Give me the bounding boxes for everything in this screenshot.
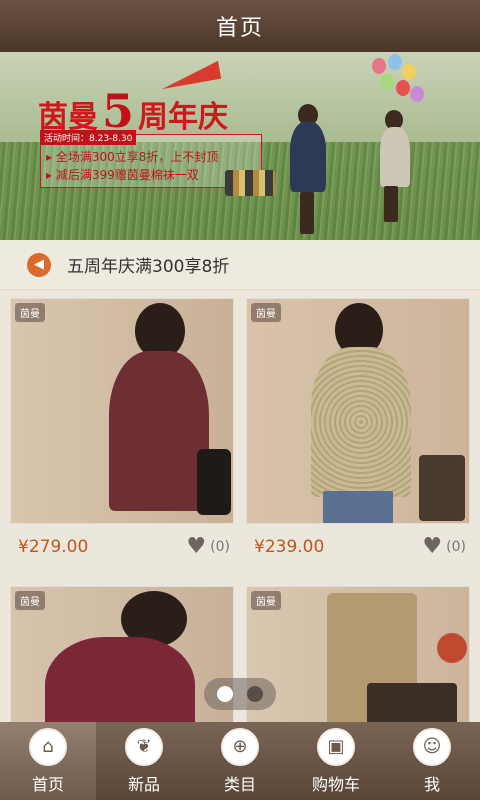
brand-badge: 茵曼: [251, 303, 281, 322]
like-button[interactable]: ♥ (0): [186, 536, 230, 558]
product-photo[interactable]: 茵曼: [246, 586, 470, 722]
tab-new[interactable]: ❦ 新品: [96, 722, 192, 800]
like-count: (0): [446, 539, 466, 555]
flowers: [437, 633, 467, 663]
brand-badge: 茵曼: [15, 591, 45, 610]
page-dot[interactable]: [247, 686, 263, 702]
product-price: ¥239.00: [254, 537, 325, 557]
product-price: ¥279.00: [18, 537, 89, 557]
promo-line-2: ▸ 减后满399赠茵曼棉袜一双: [46, 168, 199, 182]
product-card[interactable]: 茵曼: [246, 586, 470, 722]
banner-title-suffix: 周年庆: [138, 100, 229, 135]
user-icon: ☺: [413, 727, 451, 766]
balloon: [380, 74, 394, 90]
plant-stand: [419, 455, 465, 521]
product-price-row: ¥279.00 ♥ (0): [10, 524, 234, 570]
product-price-row: ¥239.00 ♥ (0): [246, 524, 470, 570]
category-icon: ⊕: [221, 727, 259, 766]
balloon: [396, 80, 410, 96]
tab-label: 我: [423, 774, 440, 794]
model-jeans: [323, 491, 393, 523]
shopping-bag-icon: ▣: [317, 727, 355, 766]
balloon: [372, 58, 386, 74]
grid-pagination: [204, 678, 276, 710]
tab-category[interactable]: ⊕ 类目: [192, 722, 288, 800]
balloon: [388, 54, 402, 70]
tab-label: 首页: [31, 774, 64, 794]
model-figure: [290, 122, 326, 192]
brand-badge: 茵曼: [251, 591, 281, 610]
model-shirt: [109, 351, 209, 511]
page-dot[interactable]: [217, 686, 233, 702]
product-card[interactable]: 茵曼 ¥239.00 ♥ (0): [246, 298, 470, 570]
heart-icon: ♥: [186, 534, 207, 559]
model-figure: [380, 127, 410, 187]
product-card[interactable]: 茵曼 ¥279.00 ♥ (0): [10, 298, 234, 570]
stool: [367, 683, 457, 722]
promo-line-1: ▸ 全场满300立享8折，上不封顶: [46, 150, 219, 164]
like-button[interactable]: ♥ (0): [422, 536, 466, 558]
app-header: 首页: [0, 0, 480, 52]
tab-me[interactable]: ☺ 我: [384, 722, 480, 800]
heart-icon: ♥: [422, 534, 443, 559]
product-photo[interactable]: 茵曼: [10, 586, 234, 722]
home-icon: ⌂: [29, 727, 67, 766]
page-title: 首页: [215, 16, 264, 41]
tab-label: 类目: [223, 774, 256, 794]
product-photo[interactable]: 茵曼: [10, 298, 234, 524]
bottom-tab-bar: ⌂ 首页 ❦ 新品 ⊕ 类目 ▣ 购物车 ☺ 我: [0, 722, 480, 800]
model-bag: [197, 449, 231, 515]
product-grid: 茵曼 ¥279.00 ♥ (0) 茵曼 ¥239.00 ♥ (0) 茵曼 茵曼: [0, 298, 480, 722]
announcement-bar[interactable]: ◀ 五周年庆满300享8折: [0, 240, 480, 290]
announcement-text: 五周年庆满300享8折: [67, 257, 230, 277]
speaker-icon: ◀: [27, 252, 51, 277]
model-blouse: [311, 347, 411, 497]
promo-date: 活动时间：8.23-8.30: [40, 130, 137, 145]
balloon: [402, 64, 416, 80]
product-photo[interactable]: 茵曼: [246, 298, 470, 524]
tab-label: 新品: [127, 774, 160, 794]
leaf-icon: ❦: [125, 727, 163, 766]
like-count: (0): [210, 539, 230, 555]
tab-label: 购物车: [311, 774, 360, 794]
promo-banner[interactable]: 茵曼 5 周年庆 活动时间：8.23-8.30 ▸ 全场满300立享8折，上不封…: [0, 52, 480, 240]
model-legs: [300, 192, 314, 234]
tab-cart[interactable]: ▣ 购物车: [288, 722, 384, 800]
model-legs: [384, 186, 398, 222]
model-top: [45, 637, 195, 722]
socks-graphic: [225, 170, 275, 196]
tab-home[interactable]: ⌂ 首页: [0, 722, 96, 800]
product-card[interactable]: 茵曼: [10, 586, 234, 722]
balloon: [410, 86, 424, 102]
brand-badge: 茵曼: [15, 303, 45, 322]
